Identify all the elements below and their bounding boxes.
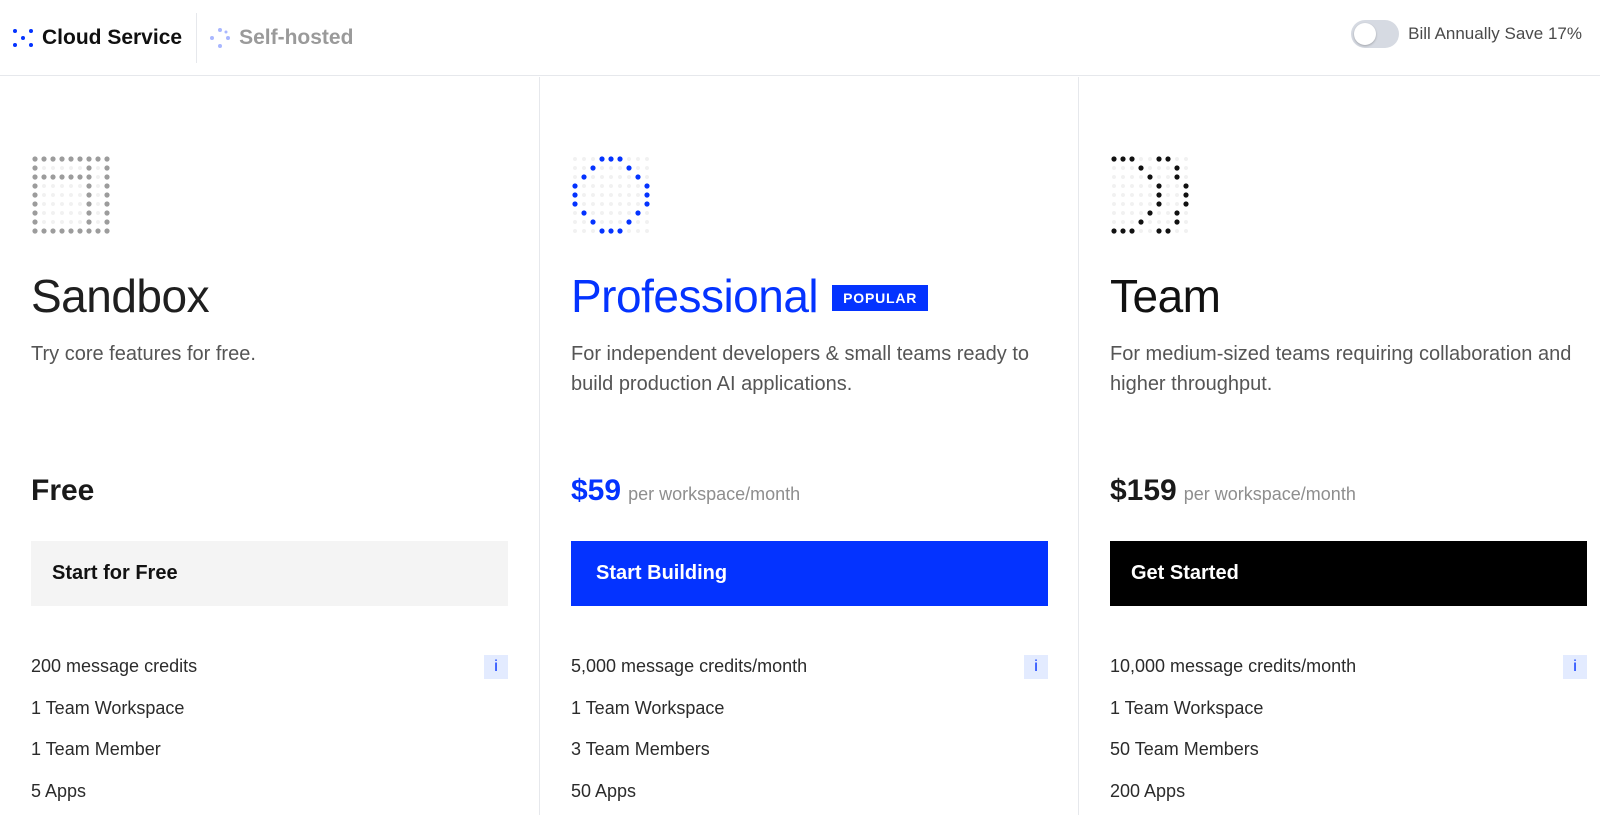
feature-text: 50 Apps — [571, 780, 637, 801]
popular-badge: POPULAR — [832, 285, 929, 311]
feature-item: 10,000 message credits/month i — [1110, 646, 1587, 688]
feature-text: 5,000 message credits/month — [571, 656, 808, 677]
pricing-plans: Sandbox Try core features for free. Free… — [0, 77, 1600, 815]
toggle-knob — [1354, 23, 1377, 45]
feature-text: 3 Team Members — [571, 739, 710, 760]
feature-text: 1 Team Workspace — [571, 697, 725, 718]
price-unit: per workspace/month — [628, 484, 801, 504]
bill-annually-toggle[interactable] — [1351, 20, 1400, 48]
tab-cloud-label: Cloud Service — [42, 25, 183, 49]
feature-text: 1 Team Workspace — [31, 697, 185, 718]
self-hosted-dots-icon — [210, 27, 231, 48]
feature-list: 10,000 message credits/month i 1 Team Wo… — [1110, 646, 1587, 812]
feature-item: 1 Team Workspace — [31, 688, 508, 730]
tab-cloud-service[interactable]: Cloud Service — [12, 12, 198, 63]
plan-price: $159 — [1110, 474, 1177, 507]
plan-price: $59 — [571, 474, 622, 507]
tab-self-hosted[interactable]: Self-hosted — [209, 13, 353, 63]
plan-header: Sandbox — [31, 269, 210, 323]
tab-self-label: Self-hosted — [239, 25, 354, 49]
info-icon[interactable]: i — [484, 655, 508, 679]
feature-text: 10,000 message credits/month — [1110, 656, 1357, 677]
price-row: $59 per workspace/month — [571, 474, 800, 508]
plan-price: Free — [31, 474, 95, 507]
feature-list: 200 message credits i 1 Team Workspace 1… — [31, 646, 508, 812]
plan-name: Sandbox — [31, 270, 210, 322]
feature-text: 200 Apps — [1110, 780, 1186, 801]
price-row: Free — [31, 474, 94, 508]
feature-text: 5 Apps — [31, 780, 87, 801]
get-started-button[interactable]: Get Started — [1110, 541, 1587, 606]
start-building-button[interactable]: Start Building — [571, 541, 1048, 606]
feature-item: 5,000 message credits/month i — [571, 646, 1048, 688]
feature-item: 5 Apps — [31, 771, 508, 813]
feature-text: 50 Team Members — [1110, 739, 1259, 760]
feature-item: 50 Team Members — [1110, 729, 1587, 771]
plan-description: Try core features for free. — [31, 343, 256, 365]
professional-ring-icon — [572, 156, 650, 234]
feature-text: 200 message credits — [31, 656, 198, 677]
top-bar: Cloud Service Self-hosted Bill Annually … — [0, 0, 1600, 76]
plan-team: Team For medium-sized teams requiring co… — [1078, 77, 1600, 815]
sandbox-dot-grid-icon — [32, 156, 110, 234]
feature-item: 1 Team Workspace — [571, 688, 1048, 730]
info-icon[interactable]: i — [1563, 655, 1587, 679]
plan-description: For medium-sized teams requiring collabo… — [1110, 343, 1572, 395]
feature-item: 1 Team Workspace — [1110, 688, 1587, 730]
plan-professional: Professional POPULAR For independent dev… — [539, 77, 1078, 815]
feature-item: 1 Team Member — [31, 729, 508, 771]
feature-text: 1 Team Workspace — [1110, 697, 1264, 718]
billing-toggle-group: Bill Annually Save 17% — [1351, 20, 1582, 48]
feature-item: 50 Apps — [571, 771, 1048, 813]
bill-annually-label: Bill Annually Save 17% — [1408, 24, 1582, 43]
plan-name: Professional — [571, 270, 819, 322]
plan-name: Team — [1110, 270, 1221, 322]
cloud-dots-icon — [13, 28, 33, 47]
feature-item: 3 Team Members — [571, 729, 1048, 771]
start-for-free-button[interactable]: Start for Free — [31, 541, 508, 606]
price-row: $159 per workspace/month — [1110, 474, 1356, 508]
plan-sandbox: Sandbox Try core features for free. Free… — [0, 77, 539, 815]
feature-item: 200 Apps — [1110, 771, 1587, 813]
plan-description: For independent developers & small teams… — [571, 343, 1030, 395]
plan-header: Team — [1110, 269, 1221, 323]
feature-text: 1 Team Member — [31, 739, 161, 760]
team-dot-icon — [1111, 156, 1189, 234]
feature-list: 5,000 message credits/month i 1 Team Wor… — [571, 646, 1048, 812]
plan-header: Professional POPULAR — [571, 269, 929, 323]
feature-item: 200 message credits i — [31, 646, 508, 688]
price-unit: per workspace/month — [1183, 484, 1356, 504]
info-icon[interactable]: i — [1024, 655, 1048, 679]
